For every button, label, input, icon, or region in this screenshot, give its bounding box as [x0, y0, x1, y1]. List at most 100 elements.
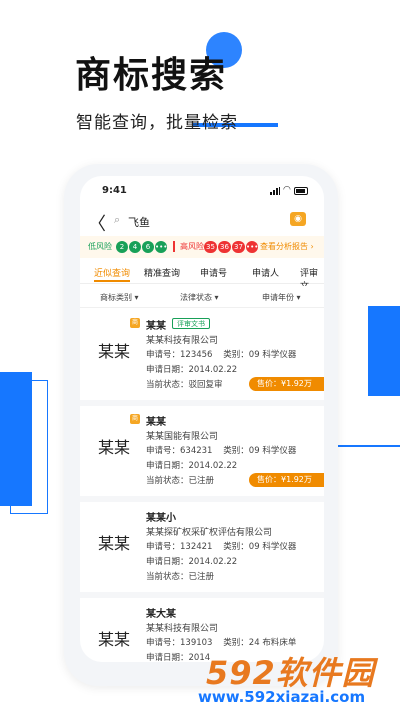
trademark-thumbnail: 某某 — [97, 534, 130, 553]
query-tabs: 近似查询 精准查询 申请号 申请人 评审文 — [80, 260, 324, 292]
field-label: 申请日期： — [146, 365, 189, 375]
price-tag[interactable]: 售价：¥1.92万 — [249, 473, 324, 487]
low-risk-count: 2 — [116, 241, 128, 253]
analysis-report-link[interactable]: 查看分析报告 › — [260, 241, 314, 252]
tab-application-no[interactable]: 申请号 — [200, 266, 227, 279]
high-risk-count: 35 — [204, 241, 217, 253]
field-label: 类别： — [223, 446, 249, 456]
decor-line-right — [336, 445, 400, 447]
field-label: 类别： — [223, 542, 249, 552]
site-watermark: 592软件园 www.592xiazai.com — [194, 648, 400, 711]
application-date-row: 申请日期：2014.02.22 — [146, 459, 237, 471]
current-state-row: 当前状态：已注册 — [146, 474, 214, 486]
trademark-name: 某某 — [146, 321, 166, 332]
trademark-class: 09 科学仪器 — [248, 446, 297, 456]
trademark-thumbnail: 某某 — [97, 342, 130, 361]
applicant-company: 某某探矿权采矿权评估有限公司 — [146, 528, 273, 538]
result-card[interactable]: 某某 商 某某 某某国能有限公司 申请号：634231 类别：09 科学仪器 申… — [80, 406, 324, 502]
active-tab-indicator — [94, 280, 130, 282]
field-label: 申请日期： — [146, 653, 189, 662]
high-risk-label: 高风险 — [180, 242, 204, 251]
current-state-row: 当前状态：已注册 — [146, 570, 214, 582]
filter-label: 商标类别 — [100, 293, 132, 302]
chevron-down-icon: ▾ — [134, 293, 139, 302]
status-bar: 9:41 ◠ — [80, 176, 324, 206]
result-card[interactable]: 某某 商 某某 评审文书 某某科技有限公司 申请号：123456 类别：09 科… — [80, 310, 324, 406]
application-date-row: 申请日期：2014.02.22 — [146, 363, 237, 375]
status-badge: 评审文书 — [172, 318, 210, 329]
analysis-report-label: 查看分析报告 — [260, 242, 308, 251]
application-no: 139103 — [180, 638, 213, 648]
current-state: 驳回复审 — [188, 380, 223, 390]
field-label: 当前状态： — [146, 380, 189, 390]
trademark-class: 09 科学仪器 — [248, 542, 297, 552]
low-risk-label: 低风险 — [88, 242, 112, 251]
application-no: 634231 — [180, 446, 213, 456]
application-no-row: 申请号：634231 类别：09 科学仪器 — [146, 444, 296, 456]
chevron-down-icon: ▾ — [296, 293, 301, 302]
tab-exact-query[interactable]: 精准查询 — [144, 266, 180, 279]
trademark-thumbnail: 某某 — [97, 438, 130, 457]
field-label: 类别： — [223, 350, 249, 360]
high-risk-count: 36 — [218, 241, 231, 253]
phone-screen: 9:41 ◠ 〈 ⌕ 飞鱼 ◉ 低风险 2 4 6 ••• 高风险 35 36 … — [80, 176, 324, 662]
field-label: 申请号： — [146, 542, 181, 552]
application-no-row: 申请号：132421 类别：09 科学仪器 — [146, 540, 296, 552]
watermark-url: www.592xiazai.com — [198, 688, 366, 706]
trademark-tag-icon: 商 — [130, 414, 140, 424]
application-no: 123456 — [180, 350, 213, 360]
application-date: 2014.02.22 — [188, 461, 238, 471]
trademark-class: 24 布料床单 — [248, 638, 297, 648]
filter-application-year[interactable]: 申请年份 ▾ — [262, 292, 301, 303]
search-query: 飞鱼 — [128, 216, 150, 229]
back-icon[interactable]: 〈 — [88, 210, 106, 236]
result-card[interactable]: 某某 某某小 某某探矿权采矿权评估有限公司 申请号：132421 类别：09 科… — [80, 502, 324, 598]
trademark-name: 某某 — [146, 417, 166, 428]
trademark-name: 某大某 — [146, 609, 176, 620]
battery-icon — [294, 187, 308, 195]
field-label: 类别： — [223, 638, 249, 648]
high-risk-more: ••• — [246, 241, 259, 253]
filter-label: 申请年份 — [262, 293, 294, 302]
page-subtitle: 智能查询，批量检索 — [76, 113, 238, 133]
trademark-thumbnail: 某某 — [97, 630, 130, 649]
filter-trademark-class[interactable]: 商标类别 ▾ — [100, 292, 139, 303]
application-date: 2014.02.22 — [188, 365, 238, 375]
application-date-row: 申请日期：2014.02.22 — [146, 555, 237, 567]
price-tag[interactable]: 售价：¥1.92万 — [249, 377, 324, 391]
trademark-name: 某某小 — [146, 513, 176, 524]
field-label: 申请日期： — [146, 557, 189, 567]
high-risk-count: 37 — [232, 241, 245, 253]
filter-label: 法律状态 — [180, 293, 212, 302]
decor-block-left — [0, 372, 32, 506]
chevron-right-icon: › — [310, 242, 314, 251]
filter-bar: 商标类别 ▾ 法律状态 ▾ 申请年份 ▾ — [80, 286, 324, 308]
page-title: 商标搜索 — [75, 55, 228, 96]
low-risk-count: 4 — [129, 241, 141, 253]
decor-block-right — [368, 306, 400, 396]
wifi-icon: ◠ — [283, 185, 291, 195]
application-no-row: 申请号：123456 类别：09 科学仪器 — [146, 348, 296, 360]
field-label: 申请号： — [146, 446, 181, 456]
search-icon: ⌕ — [114, 213, 121, 226]
applicant-company: 某某国能有限公司 — [146, 432, 219, 442]
application-no: 132421 — [180, 542, 213, 552]
field-label: 申请号： — [146, 638, 181, 648]
search-bar: 〈 ⌕ 飞鱼 ◉ — [80, 208, 324, 236]
application-no-row: 申请号：139103 类别：24 布料床单 — [146, 636, 296, 648]
current-state: 已注册 — [188, 476, 215, 486]
field-label: 当前状态： — [146, 572, 189, 582]
tab-applicant[interactable]: 申请人 — [252, 266, 279, 279]
low-risk-more: ••• — [155, 241, 168, 253]
risk-summary: 低风险 2 4 6 ••• 高风险 35 36 37 ••• 查看分析报告 › — [80, 236, 324, 258]
applicant-company: 某某科技有限公司 — [146, 336, 219, 346]
camera-icon[interactable]: ◉ — [290, 212, 306, 226]
risk-divider — [173, 241, 175, 252]
field-label: 申请号： — [146, 350, 181, 360]
filter-legal-status[interactable]: 法律状态 ▾ — [180, 292, 219, 303]
tab-similar-query[interactable]: 近似查询 — [94, 266, 130, 279]
search-input[interactable]: ⌕ 飞鱼 — [108, 211, 282, 231]
application-date: 2014.02.22 — [188, 557, 238, 567]
applicant-company: 某某科技有限公司 — [146, 624, 219, 634]
current-state-row: 当前状态：驳回复审 — [146, 378, 223, 390]
